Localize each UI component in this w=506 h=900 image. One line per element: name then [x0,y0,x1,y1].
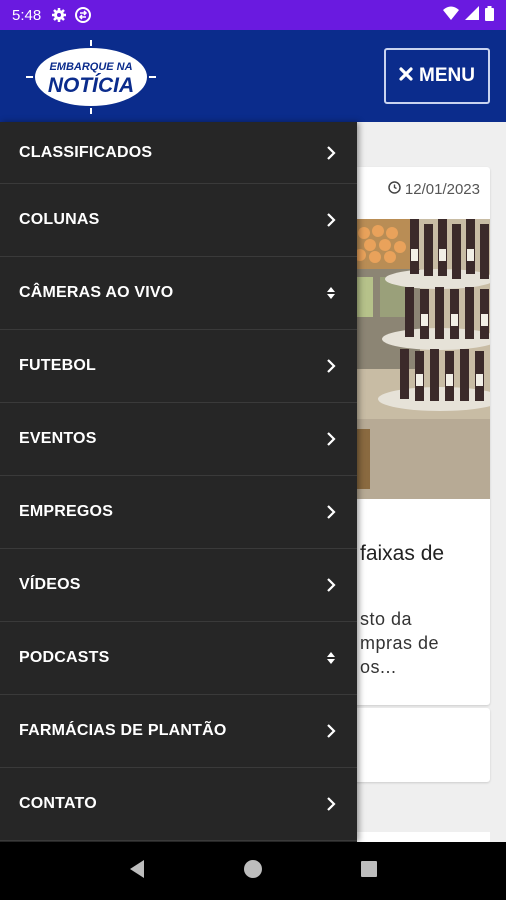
article-image[interactable] [340,219,490,499]
recents-icon[interactable] [360,860,378,883]
system-nav-bar [0,842,506,900]
chevron-right-icon [323,577,339,593]
drawer-item-videos[interactable]: VÍDEOS [0,549,357,622]
article-excerpt: sto da mpras de os... [360,607,439,679]
drawer-item-label: EVENTOS [19,430,97,447]
drawer-item-colunas[interactable]: COLUNAS [0,184,357,257]
drawer-item-contato[interactable]: CONTATO [0,768,357,841]
close-icon [399,65,413,87]
chevron-right-icon [323,431,339,447]
drawer-item-label: PODCASTS [19,649,110,666]
drawer-item-label: FARMÁCIAS DE PLANTÃO [19,722,227,739]
article-card[interactable] [340,708,490,782]
drawer-item-label: CÂMERAS AO VIVO [19,284,174,301]
article-excerpt-line: sto da [360,609,413,629]
clock-icon [388,181,401,198]
menu-button-label: MENU [419,65,475,86]
signal-icon [465,6,479,24]
article-date-text: 12/01/2023 [404,181,480,198]
drawer-item-label: FUTEBOL [19,357,96,374]
chevron-right-icon [323,145,339,161]
drawer-item-cameras-ao-vivo[interactable]: CÂMERAS AO VIVO [0,257,357,330]
drawer-item-farmacias-de-plantao[interactable]: FARMÁCIAS DE PLANTÃO [0,695,357,768]
status-time: 5:48 [12,6,42,24]
app-header: EMBARQUE NA NOTÍCIA MENU [0,30,506,122]
drawer-item-label: VÍDEOS [19,576,81,593]
drawer-item-label: EMPREGOS [19,503,114,520]
navigation-drawer: CLASSIFICADOS COLUNAS CÂMERAS AO VIVO FU… [0,122,357,842]
article-title[interactable]: faixas de [360,542,444,566]
chevron-right-icon [323,504,339,520]
article-card[interactable]: 12/01/2023 faixas de sto da mpras de os.… [340,167,490,705]
drawer-item-label: CLASSIFICADOS [19,143,153,161]
article-excerpt-line: os... [360,657,397,677]
svg-text:EMBARQUE NA: EMBARQUE NA [49,61,132,73]
sort-icon [323,285,339,301]
wifi-icon [443,6,459,24]
chevron-right-icon [323,358,339,374]
article-excerpt-line: mpras de [360,633,440,653]
drawer-item-label: COLUNAS [19,211,100,228]
chevron-right-icon [323,723,339,739]
battery-icon [485,5,494,25]
article-date: 12/01/2023 [388,181,480,198]
chevron-right-icon [323,212,339,228]
back-icon[interactable] [128,859,146,884]
site-logo[interactable]: EMBARQUE NA NOTÍCIA [26,40,156,114]
drawer-item-label: CONTATO [19,795,97,812]
drawer-item-futebol[interactable]: FUTEBOL [0,330,357,403]
home-icon[interactable] [243,859,263,884]
svg-text:NOTÍCIA: NOTÍCIA [48,74,134,97]
article-card[interactable] [340,832,490,842]
drawer-item-empregos[interactable]: EMPREGOS [0,476,357,549]
gear-icon [51,7,67,23]
drawer-item-eventos[interactable]: EVENTOS [0,403,357,476]
status-bar: 5:48 [0,0,506,30]
chevron-right-icon [323,796,339,812]
sync-icon [75,7,92,23]
sort-icon [323,650,339,666]
drawer-item-podcasts[interactable]: PODCASTS [0,622,357,695]
drawer-item-classificados[interactable]: CLASSIFICADOS [0,122,357,184]
menu-button[interactable]: MENU [384,48,490,104]
